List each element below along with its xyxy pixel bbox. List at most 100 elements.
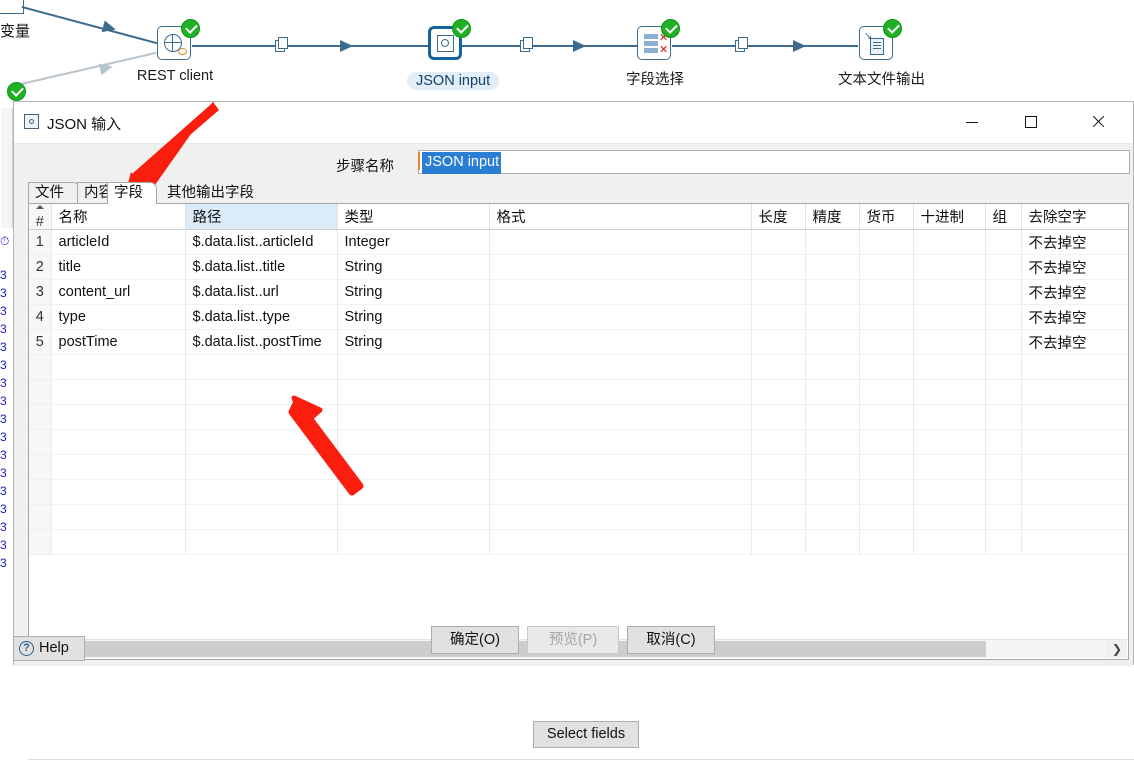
cell-empty[interactable]: [489, 379, 752, 405]
cell-empty[interactable]: [985, 479, 1022, 505]
table-body[interactable]: 1 articleId $.data.list..articleId Integer 不…: [29, 229, 1128, 555]
cell-group[interactable]: [985, 304, 1022, 330]
rest-client-icon[interactable]: [157, 19, 200, 62]
text-file-output-icon[interactable]: ↘: [859, 19, 902, 62]
col-header-path[interactable]: 路径: [185, 204, 338, 230]
col-header-name[interactable]: 名称: [51, 204, 186, 230]
cell-precision[interactable]: [805, 304, 860, 330]
cell-empty[interactable]: [29, 404, 52, 430]
cell-precision[interactable]: [805, 254, 860, 280]
tab-fields[interactable]: 字段: [107, 182, 157, 204]
cell-trim[interactable]: 不去掉空: [1021, 279, 1128, 305]
table-row-empty[interactable]: [29, 354, 1128, 380]
cell-length[interactable]: [751, 229, 806, 255]
cell-group[interactable]: [985, 229, 1022, 255]
table-row[interactable]: 5 postTime $.data.list..postTime String 不去掉空: [29, 329, 1128, 355]
cell-empty[interactable]: [805, 454, 860, 480]
cell-empty[interactable]: [805, 429, 860, 455]
cell-length[interactable]: [751, 304, 806, 330]
cell-trim[interactable]: 不去掉空: [1021, 304, 1128, 330]
table-row-empty[interactable]: [29, 454, 1128, 480]
cell-empty[interactable]: [751, 479, 806, 505]
cell-empty[interactable]: [1021, 354, 1128, 380]
hop-copy-icon-1[interactable]: [275, 37, 291, 54]
cell-empty[interactable]: [985, 379, 1022, 405]
cell-format[interactable]: [489, 229, 752, 255]
cell-empty[interactable]: [489, 454, 752, 480]
cell-empty[interactable]: [51, 404, 186, 430]
col-header-currency[interactable]: 货币: [859, 204, 914, 230]
cell-empty[interactable]: [29, 504, 52, 530]
canvas-step-rest-client[interactable]: REST client: [136, 19, 214, 84]
cell-name[interactable]: content_url: [51, 279, 186, 305]
close-button[interactable]: [1075, 102, 1121, 142]
cell-empty[interactable]: [985, 404, 1022, 430]
cell-empty[interactable]: [985, 354, 1022, 380]
table-row[interactable]: 1 articleId $.data.list..articleId Integer 不…: [29, 229, 1128, 255]
cell-empty[interactable]: [29, 429, 52, 455]
cell-empty[interactable]: [51, 529, 186, 555]
cell-empty[interactable]: [751, 429, 806, 455]
cell-empty[interactable]: [805, 529, 860, 555]
cell-decimal[interactable]: [913, 229, 986, 255]
cell-decimal[interactable]: [913, 254, 986, 280]
cell-empty[interactable]: [805, 354, 860, 380]
cell-path[interactable]: $.data.list..type: [185, 304, 338, 330]
cell-empty[interactable]: [51, 504, 186, 530]
cell-empty[interactable]: [805, 504, 860, 530]
col-header-index[interactable]: #: [29, 204, 52, 230]
cell-path[interactable]: $.data.list..url: [185, 279, 338, 305]
cell-empty[interactable]: [751, 379, 806, 405]
select-fields-button[interactable]: Select fields: [533, 721, 639, 748]
maximize-button[interactable]: [1008, 102, 1054, 142]
cell-empty[interactable]: [29, 354, 52, 380]
cell-empty[interactable]: [859, 404, 914, 430]
cell-empty[interactable]: [185, 529, 338, 555]
cell-empty[interactable]: [51, 354, 186, 380]
cell-empty[interactable]: [489, 504, 752, 530]
cell-empty[interactable]: [1021, 504, 1128, 530]
cell-format[interactable]: [489, 279, 752, 305]
cell-empty[interactable]: [859, 479, 914, 505]
cell-empty[interactable]: [805, 379, 860, 405]
cell-empty[interactable]: [751, 354, 806, 380]
fields-table-panel[interactable]: # 名称 路径 类型 格式 长度 精度 货币 十进制 组 去除空字 1 artic…: [28, 203, 1129, 660]
cell-name[interactable]: type: [51, 304, 186, 330]
cell-type[interactable]: Integer: [337, 229, 490, 255]
table-row-empty[interactable]: [29, 504, 1128, 530]
col-header-precision[interactable]: 精度: [805, 204, 860, 230]
cell-empty[interactable]: [1021, 479, 1128, 505]
canvas-step-text-file-output[interactable]: ↘ 文本文件输出: [838, 19, 925, 89]
cell-empty[interactable]: [51, 479, 186, 505]
cell-empty[interactable]: [913, 504, 986, 530]
cell-empty[interactable]: [51, 454, 186, 480]
cell-empty[interactable]: [913, 354, 986, 380]
col-header-decimal[interactable]: 十进制: [913, 204, 986, 230]
hop-copy-icon-3[interactable]: [735, 37, 751, 54]
cell-path[interactable]: $.data.list..title: [185, 254, 338, 280]
cell-empty[interactable]: [859, 454, 914, 480]
minimize-button[interactable]: [949, 102, 995, 142]
cell-length[interactable]: [751, 254, 806, 280]
cell-num[interactable]: 1: [29, 229, 52, 255]
col-header-trim[interactable]: 去除空字: [1021, 204, 1128, 230]
cell-empty[interactable]: [913, 454, 986, 480]
ok-button[interactable]: 确定(O): [431, 626, 519, 654]
cell-type[interactable]: String: [337, 254, 490, 280]
tab-file[interactable]: 文件: [28, 182, 80, 204]
col-header-length[interactable]: 长度: [751, 204, 806, 230]
cell-empty[interactable]: [913, 404, 986, 430]
table-row-empty[interactable]: [29, 429, 1128, 455]
cell-format[interactable]: [489, 304, 752, 330]
cell-empty[interactable]: [489, 529, 752, 555]
fields-table[interactable]: # 名称 路径 类型 格式 长度 精度 货币 十进制 组 去除空字 1 artic…: [29, 204, 1128, 555]
cell-empty[interactable]: [29, 529, 52, 555]
cell-empty[interactable]: [29, 454, 52, 480]
cell-empty[interactable]: [859, 429, 914, 455]
cell-empty[interactable]: [859, 529, 914, 555]
cell-empty[interactable]: [751, 454, 806, 480]
cell-group[interactable]: [985, 279, 1022, 305]
transformation-canvas[interactable]: 变量 REST client JSON input ✕ ✕ 字段选择 ↘ 文本文…: [0, 0, 1134, 110]
cell-currency[interactable]: [859, 329, 914, 355]
cell-empty[interactable]: [913, 429, 986, 455]
